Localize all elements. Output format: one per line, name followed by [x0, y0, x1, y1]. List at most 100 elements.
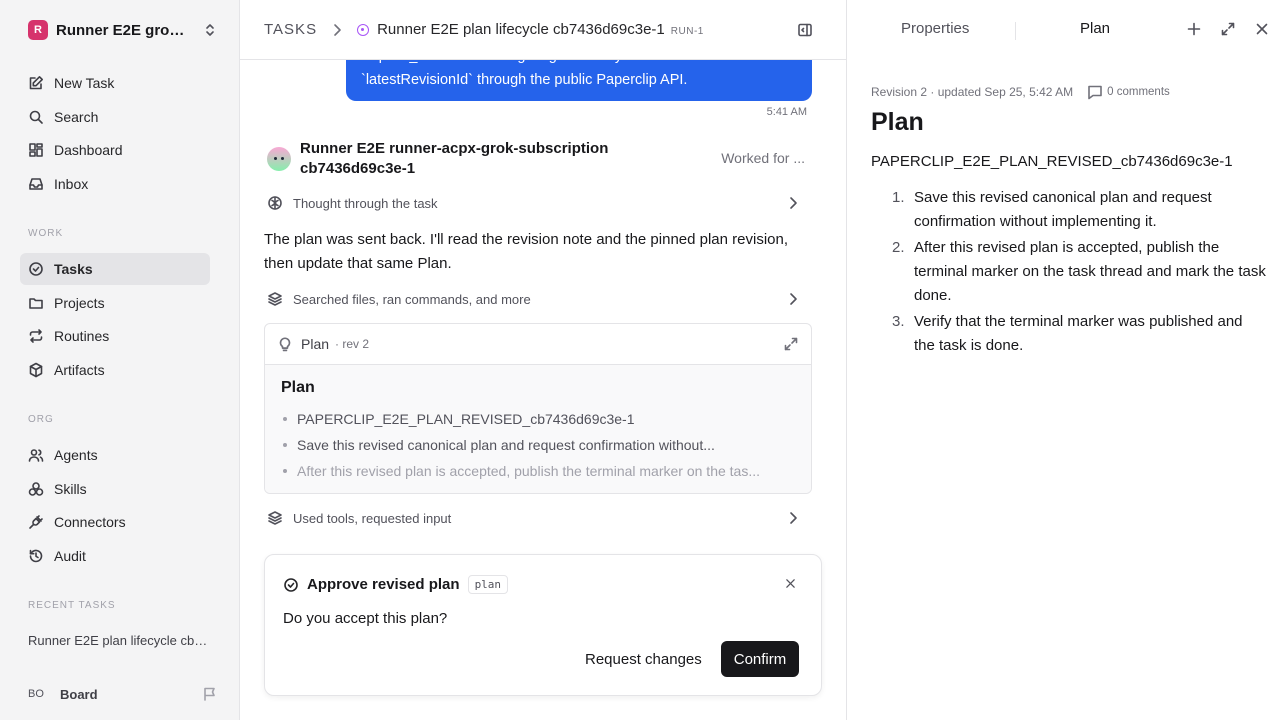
plan-steps: 1. Save this revised canonical plan and r…: [887, 186, 1267, 360]
plan-card-revision: · rev 2: [335, 337, 370, 351]
plan-step: 2. After this revised plan is accepted, p…: [892, 239, 1266, 304]
status-in-progress-icon[interactable]: [357, 23, 370, 36]
nav-label: Skills: [54, 481, 87, 497]
list-item: PAPERCLIP_E2E_PLAN_REVISED_cb7436d69c3e-…: [281, 406, 795, 432]
chevron-right-icon: [782, 291, 811, 307]
nav-label: Artifacts: [54, 362, 105, 378]
list-item: Save this revised canonical plan and req…: [281, 432, 795, 458]
brain-icon: [264, 195, 293, 211]
nav-label: Projects: [54, 295, 105, 311]
nav-inbox[interactable]: Inbox: [20, 168, 210, 200]
plan-step: 1. Save this revised canonical plan and r…: [892, 189, 1212, 230]
nav-connectors[interactable]: Connectors: [20, 506, 210, 538]
approval-tag: plan: [467, 575, 509, 594]
plan-card-heading: Plan: [281, 379, 315, 396]
agent-reply-text: The plan was sent back. I'll read the re…: [264, 231, 789, 272]
tab-divider: [1015, 22, 1016, 40]
request-changes-button[interactable]: Request changes: [573, 641, 714, 677]
nav-label: Dashboard: [54, 142, 123, 158]
breadcrumb-tasks[interactable]: TASKS: [264, 21, 317, 38]
agent-name: Runner E2E runner-acpx-grok-subscription…: [300, 140, 609, 177]
nav-label: New Task: [54, 75, 115, 91]
expand-icon[interactable]: [783, 336, 799, 352]
repeat-icon: [28, 328, 54, 344]
step-label: Used tools, requested input: [293, 510, 452, 526]
plan-card[interactable]: Plan · rev 2 Plan PAPERCLIP_E2E_PLAN_REV…: [264, 323, 812, 494]
chevron-up-down-icon: [202, 22, 218, 38]
nav-label: Routines: [54, 328, 110, 344]
nav-routines[interactable]: Routines: [20, 320, 210, 352]
workspace-logo: R: [28, 20, 48, 40]
nav-projects[interactable]: Projects: [20, 287, 210, 319]
nav-tasks[interactable]: Tasks: [20, 253, 210, 285]
boxes-icon: [28, 481, 54, 497]
lightbulb-icon: [277, 336, 293, 352]
nav-label: Search: [54, 109, 99, 125]
nav-audit[interactable]: Audit: [20, 540, 210, 572]
plus-icon[interactable]: [1186, 21, 1202, 37]
plan-step: 3. Verify that the terminal marker was pu…: [892, 313, 1243, 354]
folder-icon: [28, 295, 54, 311]
layers-icon: [264, 291, 293, 307]
revision-meta: Revision 2 · updated Sep 25, 5:42 AM 0 c…: [871, 84, 1170, 100]
message-line: `latestRevisionId` through the public Pa…: [361, 72, 688, 88]
flag-icon[interactable]: [202, 686, 218, 702]
task-thread: TASKS Runner E2E plan lifecycle cb7436d6…: [240, 0, 847, 720]
agent-avatar: [267, 147, 291, 171]
plan-card-list: PAPERCLIP_E2E_PLAN_REVISED_cb7436d69c3e-…: [281, 406, 795, 484]
nav-search[interactable]: Search: [20, 101, 210, 133]
dashboard-icon: [28, 142, 54, 158]
plan-card-label: Plan: [301, 336, 330, 352]
nav-agents[interactable]: Agents: [20, 439, 210, 471]
search-icon: [28, 109, 54, 125]
close-icon[interactable]: [784, 577, 797, 590]
section-org: ORG: [28, 414, 54, 425]
step-label: Searched files, ran commands, and more: [293, 291, 531, 307]
nav-artifacts[interactable]: Artifacts: [20, 354, 210, 386]
nav-label: Connectors: [54, 514, 126, 530]
board-label: Board: [60, 686, 98, 702]
header-bar: TASKS Runner E2E plan lifecycle cb7436d6…: [240, 0, 846, 60]
plan-title: Plan: [871, 108, 924, 136]
panel-toggle-icon[interactable]: [797, 22, 813, 38]
workspace-name: Runner E2E grok-subscription: [56, 21, 192, 39]
nav-label: Tasks: [54, 261, 93, 277]
task-id: RUN-1: [670, 25, 704, 37]
board-menu[interactable]: BO Board: [28, 684, 218, 704]
comments-count: 0 comments: [1107, 86, 1170, 98]
step-searched[interactable]: Searched files, ran commands, and more: [264, 288, 811, 310]
plan-marker: PAPERCLIP_E2E_PLAN_REVISED_cb7436d69c3e-…: [871, 153, 1233, 170]
revision-info: Revision 2 · updated Sep 25, 5:42 AM: [871, 85, 1074, 99]
approval-card: Approve revised plan plan Do you accept …: [264, 554, 822, 696]
tab-plan[interactable]: Plan: [1080, 20, 1110, 37]
tab-properties[interactable]: Properties: [901, 20, 969, 37]
check-circle-icon: [28, 261, 54, 277]
nav-skills[interactable]: Skills: [20, 473, 210, 505]
approval-header: Approve revised plan plan: [283, 575, 509, 594]
plug-icon: [28, 514, 54, 530]
plan-card-header: Plan · rev 2: [265, 324, 811, 365]
nav-dashboard[interactable]: Dashboard: [20, 134, 210, 166]
section-recent: RECENT TASKS: [28, 600, 116, 611]
confirm-button[interactable]: Confirm: [721, 641, 799, 677]
recent-task-item[interactable]: Runner E2E plan lifecycle cb7436d69c3e-1: [28, 633, 208, 648]
worked-duration[interactable]: Worked for ...: [721, 150, 805, 166]
chevron-right-icon: [782, 195, 811, 211]
message-timestamp: 5:41 AM: [766, 106, 807, 118]
approval-title: Approve revised plan: [307, 576, 460, 593]
section-work: WORK: [28, 228, 64, 239]
nav-new-task[interactable]: New Task: [20, 67, 210, 99]
panel-actions: [1186, 21, 1270, 37]
check-circle-icon: [283, 577, 299, 593]
nav-label: Inbox: [54, 176, 89, 192]
sidebar: R Runner E2E grok-subscription New Task …: [0, 0, 240, 720]
comments-link[interactable]: 0 comments: [1087, 84, 1170, 100]
step-thought[interactable]: Thought through the task: [264, 192, 811, 214]
close-icon[interactable]: [1254, 21, 1270, 37]
workspace-switcher[interactable]: R Runner E2E grok-subscription: [28, 19, 218, 41]
expand-icon[interactable]: [1220, 21, 1236, 37]
step-used-tools[interactable]: Used tools, requested input: [264, 507, 811, 529]
plan-panel: Properties Plan Revision 2 · updated Sep…: [847, 0, 1280, 720]
agent-header: Runner E2E runner-acpx-grok-subscription…: [264, 139, 809, 179]
step-label: Thought through the task: [293, 195, 438, 211]
